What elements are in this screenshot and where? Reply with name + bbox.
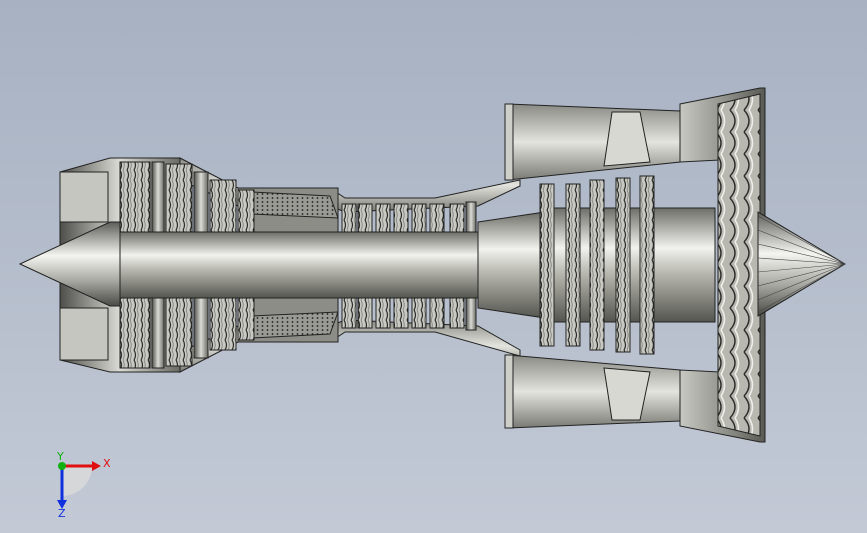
x-axis-arrowhead — [92, 461, 101, 471]
y-axis-label: Y — [56, 450, 64, 463]
engine-model[interactable] — [0, 0, 867, 533]
y-axis-dot — [58, 462, 66, 470]
fan-blades[interactable] — [717, 93, 761, 437]
graphics-viewport[interactable]: X Y Z — [0, 0, 867, 533]
spinner[interactable] — [757, 211, 846, 317]
z-axis-label: Z — [58, 507, 66, 518]
fan-casing-top[interactable] — [504, 103, 681, 181]
fan-casing-bottom[interactable] — [504, 354, 681, 429]
view-orientation-triad[interactable]: X Y Z — [40, 448, 120, 518]
x-axis-label: X — [103, 457, 111, 470]
